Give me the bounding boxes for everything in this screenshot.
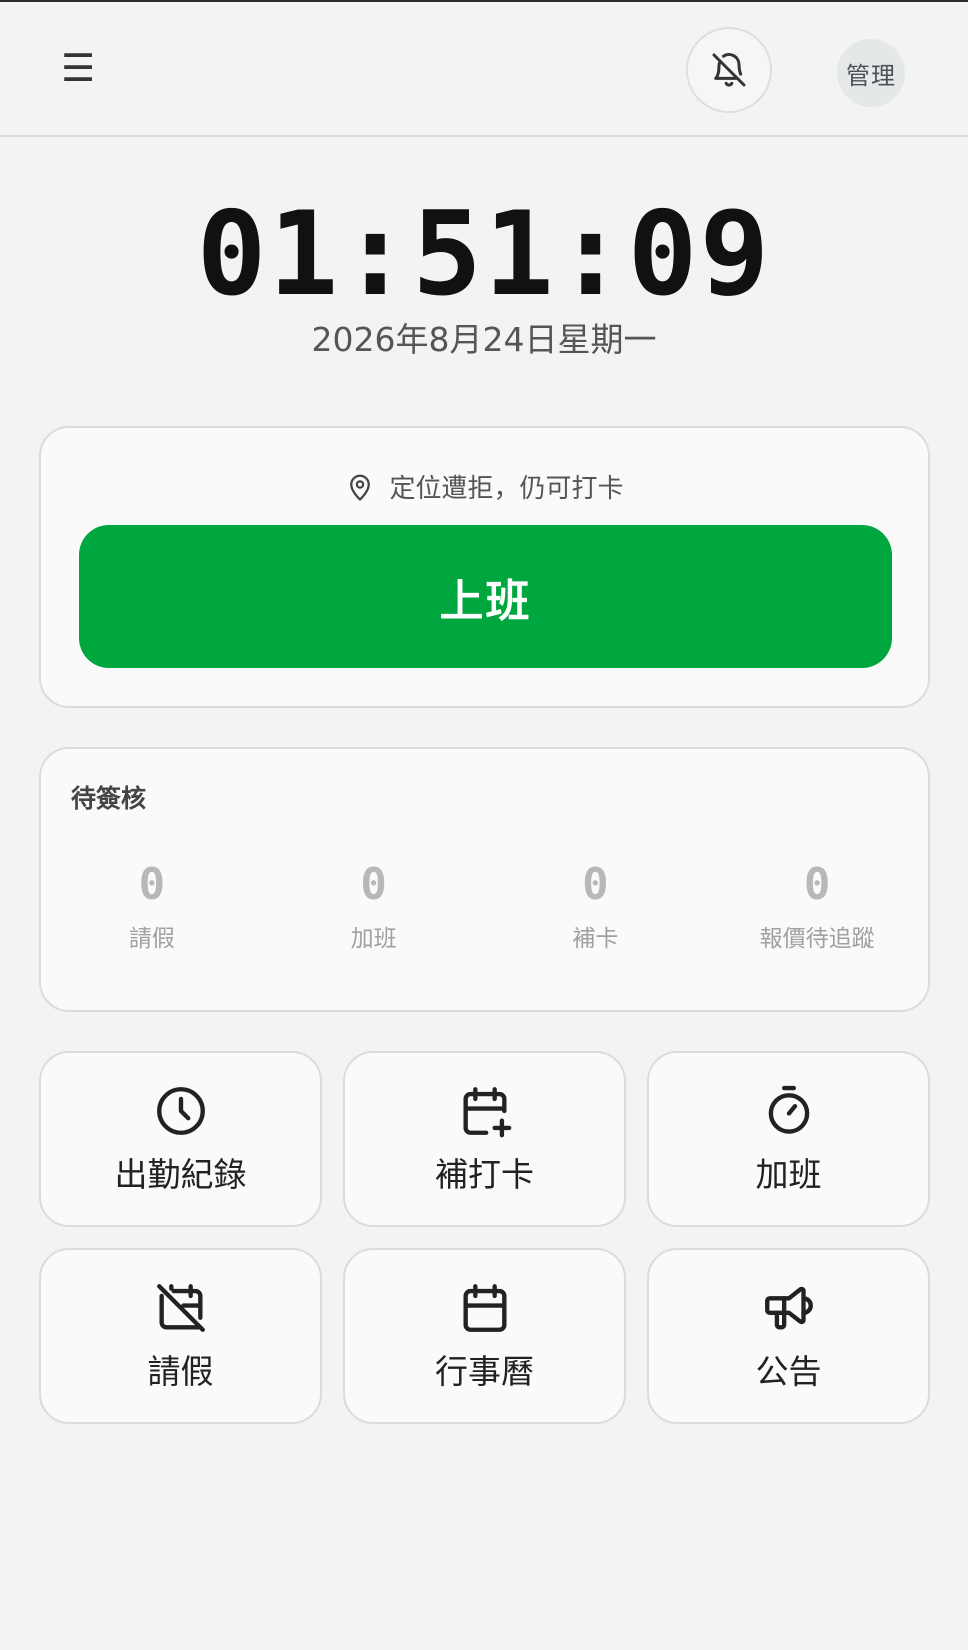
pending-approvals-title: 待簽核 xyxy=(71,784,147,813)
pending-stats: 0 請假 0 加班 0 補卡 0 報價待追蹤 xyxy=(41,859,928,953)
app-header: ☰ 管理 xyxy=(0,2,968,137)
tile-announcements[interactable]: 公告 xyxy=(647,1248,930,1424)
stopwatch-icon xyxy=(768,1085,809,1134)
hamburger-icon: ☰ xyxy=(60,46,96,90)
location-status-text: 定位遭拒，仍可打卡 xyxy=(389,474,624,504)
pending-count: 0 xyxy=(360,859,387,910)
punch-card: 定位遭拒，仍可打卡 上班 xyxy=(39,426,930,708)
pending-label: 請假 xyxy=(128,926,175,952)
pending-label: 補卡 xyxy=(572,926,619,952)
calendar-plus-icon xyxy=(462,1087,511,1138)
pending-stat-overtime[interactable]: 0 加班 xyxy=(263,859,485,953)
pending-approvals-card: 待簽核 0 請假 0 加班 0 補卡 0 報價待追蹤 xyxy=(39,747,930,1012)
clock-in-label: 上班 xyxy=(439,575,532,627)
tile-label: 出勤紀錄 xyxy=(114,1155,247,1194)
notifications-button[interactable] xyxy=(686,27,772,113)
pending-label: 報價待追蹤 xyxy=(759,926,875,952)
current-time: 01:51:09 xyxy=(196,187,772,322)
avatar-label: 管理 xyxy=(846,61,896,90)
pending-count: 0 xyxy=(138,859,166,910)
tile-overtime[interactable]: 加班 xyxy=(647,1051,930,1227)
calendar-icon xyxy=(462,1284,507,1332)
user-avatar[interactable]: 管理 xyxy=(837,39,905,107)
clock-in-button[interactable]: 上班 xyxy=(79,525,892,668)
tile-leave[interactable]: 請假 xyxy=(39,1248,322,1424)
tile-label: 加班 xyxy=(755,1155,822,1194)
menu-button[interactable]: ☰ xyxy=(56,46,100,90)
megaphone-icon xyxy=(764,1286,813,1330)
pending-label: 加班 xyxy=(350,926,397,952)
tile-attendance-records[interactable]: 出勤紀錄 xyxy=(39,1051,322,1227)
pending-count: 0 xyxy=(803,859,831,910)
pending-stat-makeup-punch[interactable]: 0 補卡 xyxy=(485,859,707,953)
tile-label: 補打卡 xyxy=(435,1155,534,1194)
pending-count: 0 xyxy=(582,859,609,910)
clock-icon xyxy=(156,1087,205,1135)
bell-off-icon xyxy=(712,53,746,87)
location-status: 定位遭拒，仍可打卡 xyxy=(41,468,928,505)
map-pin-icon xyxy=(350,474,371,501)
tile-calendar[interactable]: 行事曆 xyxy=(343,1248,626,1424)
current-date: 2026年8月24日星期一 xyxy=(311,320,657,359)
pending-stat-quote-followup[interactable]: 0 報價待追蹤 xyxy=(706,859,928,953)
pending-stat-leave[interactable]: 0 請假 xyxy=(41,859,263,953)
calendar-off-icon xyxy=(156,1284,205,1332)
tile-label: 公告 xyxy=(755,1352,822,1391)
tile-label: 行事曆 xyxy=(435,1352,534,1391)
tile-label: 請假 xyxy=(147,1352,214,1391)
tile-makeup-punch[interactable]: 補打卡 xyxy=(343,1051,626,1227)
